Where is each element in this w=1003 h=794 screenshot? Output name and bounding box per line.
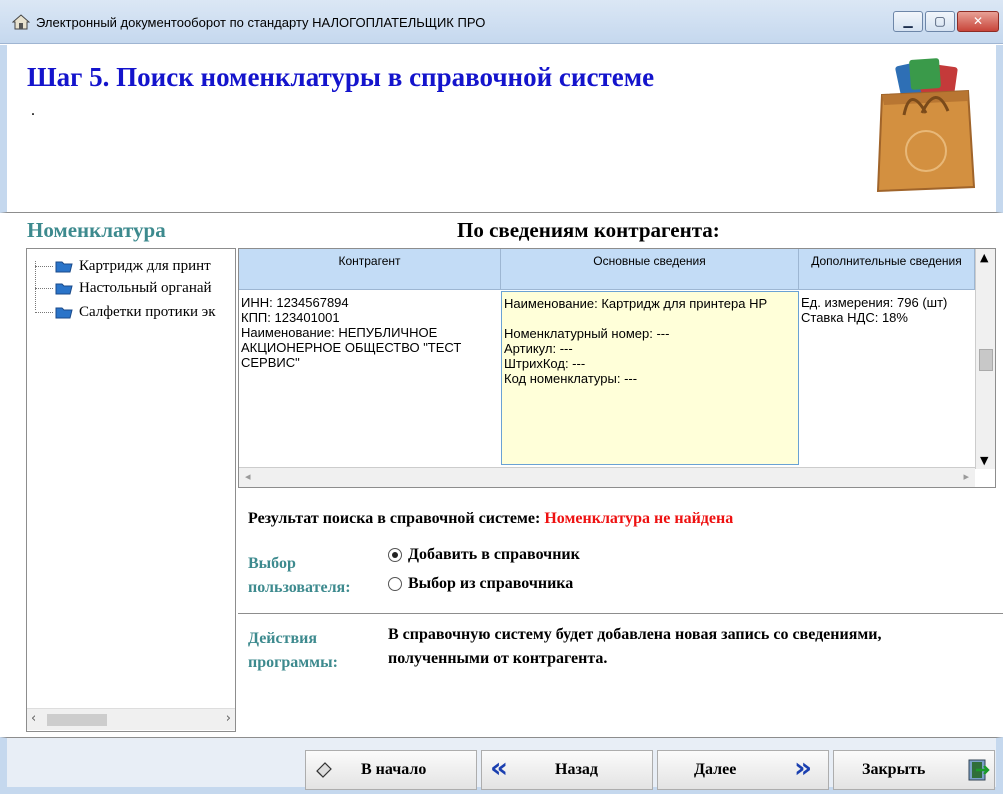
user-choice-label-line1: Выбор (248, 555, 296, 572)
eraser-icon (316, 762, 332, 778)
scroll-up-arrow-icon[interactable]: ▲ (980, 251, 988, 264)
maximize-button[interactable]: ▢ (925, 11, 955, 32)
tree-item[interactable]: Картридж для принт (35, 255, 211, 277)
back-button[interactable]: « Назад (481, 750, 653, 790)
shopping-bag-icon (876, 58, 976, 193)
close-button-label: Закрыть (862, 761, 926, 778)
next-button-label: Далее (694, 761, 737, 778)
scroll-down-arrow-icon[interactable]: ▼ (980, 454, 988, 467)
scroll-right-arrow-icon[interactable]: ▸ (963, 470, 969, 483)
close-icon: ✕ (972, 14, 984, 28)
folder-icon (55, 307, 73, 319)
cell-counterparty[interactable]: ИНН: 1234567894 КПП: 123401001 Наименова… (239, 291, 501, 465)
close-window-button[interactable]: ✕ (957, 11, 999, 32)
search-result-status: Номенклатура не найдена (544, 510, 734, 527)
tree-branch (35, 265, 53, 267)
scroll-thumb[interactable] (47, 714, 107, 726)
divider (238, 613, 1003, 614)
radio-unselected-icon[interactable] (388, 577, 402, 591)
tree-item-label: Картридж для принт (79, 257, 211, 274)
user-choice-label: Выбор пользователя: (248, 552, 351, 600)
scroll-left-arrow-icon[interactable]: ◂ (245, 470, 251, 483)
tree-horizontal-scrollbar[interactable]: ‹ › (27, 708, 235, 730)
search-result: Результат поиска в справочной системе: Н… (248, 510, 733, 528)
program-actions-text: В справочную систему будет добавлена нов… (388, 626, 882, 667)
radio-add-to-directory[interactable]: Добавить в справочник (388, 546, 580, 564)
nomenclature-section-title: Номенклатура (27, 218, 166, 242)
cell-main-info[interactable]: Наименование: Картридж для принтера HP Н… (501, 291, 799, 465)
program-actions-label-line2: программы: (248, 654, 338, 671)
radio-label[interactable]: Добавить в справочник (408, 546, 580, 564)
tree-branch (35, 311, 53, 313)
search-result-prefix: Результат поиска в справочной системе: (248, 510, 545, 527)
minimize-button[interactable]: ▁ (893, 11, 923, 32)
window-title-bar: Электронный документооборот по стандарту… (0, 0, 1003, 44)
next-button[interactable]: Далее » (657, 750, 829, 790)
folder-icon (55, 261, 73, 273)
program-actions-label: Действия программы: (248, 627, 338, 675)
header-dot: . (31, 102, 35, 119)
table-horizontal-scrollbar[interactable]: ◂ ▸ (239, 467, 975, 487)
counterparty-table: Контрагент Основные сведения Дополнитель… (238, 248, 996, 488)
radio-label[interactable]: Выбор из справочника (408, 575, 573, 593)
scroll-thumb[interactable] (979, 349, 993, 371)
start-button[interactable]: В начало (305, 750, 477, 790)
radio-choose-from-directory[interactable]: Выбор из справочника (388, 575, 573, 593)
scroll-right-arrow-icon[interactable]: › (226, 711, 231, 726)
folder-icon (55, 283, 73, 295)
user-choice-label-line2: пользователя: (248, 579, 351, 596)
double-chevron-left-icon: « (490, 751, 509, 784)
start-button-label: В начало (361, 761, 427, 778)
maximize-icon: ▢ (934, 14, 946, 28)
cell-extra-info[interactable]: Ед. измерения: 796 (шт) Ставка НДС: 18% (799, 291, 975, 465)
tree-item[interactable]: Салфетки протики эк (35, 301, 215, 323)
back-button-label: Назад (555, 761, 598, 778)
column-header-main[interactable]: Основные сведения (501, 249, 799, 290)
tree-item-label: Салфетки протики эк (79, 303, 216, 320)
close-button[interactable]: Закрыть (833, 750, 995, 790)
program-actions-label-line1: Действия (248, 630, 317, 647)
column-header-extra[interactable]: Дополнительные сведения (799, 249, 975, 290)
double-chevron-right-icon: » (794, 751, 813, 784)
minimize-icon: ▁ (903, 14, 913, 28)
exit-door-icon (968, 759, 990, 781)
column-header-counterparty[interactable]: Контрагент (239, 249, 501, 290)
nomenclature-tree[interactable]: Картридж для принт Настольный органай Са… (26, 248, 236, 732)
radio-selected-icon[interactable] (388, 548, 402, 562)
page-title: Шаг 5. Поиск номенклатуры в справочной с… (27, 62, 655, 92)
tree-branch (35, 287, 53, 289)
tree-item-label: Настольный органай (79, 279, 212, 296)
tree-item[interactable]: Настольный органай (35, 277, 212, 299)
house-app-icon (12, 14, 30, 30)
window-controls: ▁ ▢ ✕ (891, 11, 999, 32)
window-title: Электронный документооборот по стандарту… (36, 15, 486, 30)
counterparty-heading: По сведениям контрагента: (457, 218, 720, 242)
table-vertical-scrollbar[interactable]: ▲ ▼ (975, 249, 995, 469)
scroll-left-arrow-icon[interactable]: ‹ (31, 711, 36, 726)
